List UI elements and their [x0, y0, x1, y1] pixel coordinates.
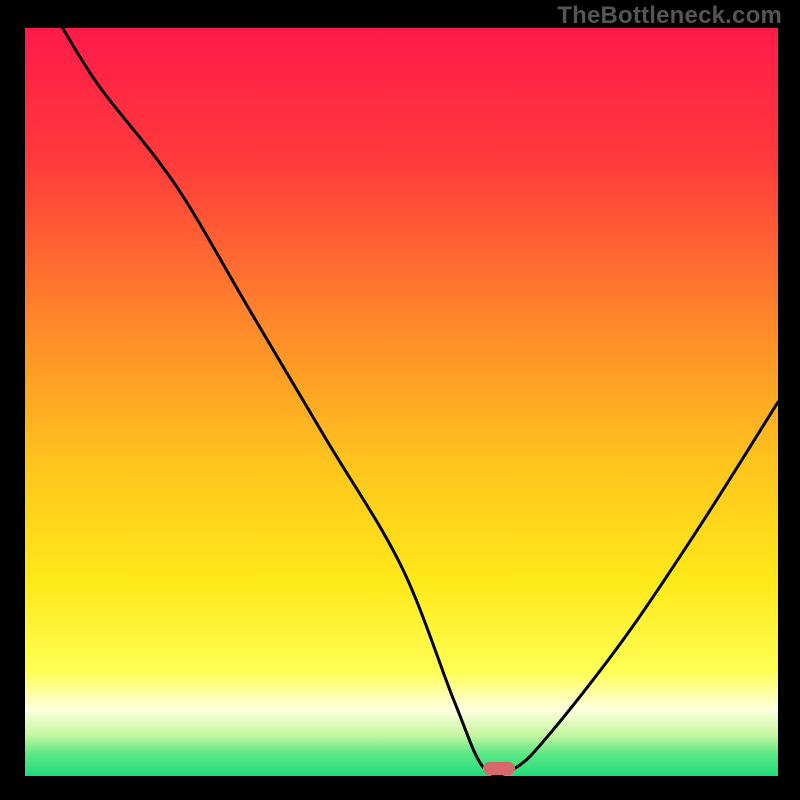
- gradient-background: [25, 28, 778, 776]
- attribution-label: TheBottleneck.com: [557, 2, 782, 30]
- chart-frame: TheBottleneck.com: [0, 0, 800, 800]
- optimal-marker: [483, 762, 515, 775]
- plot-area: [25, 28, 778, 776]
- plot-svg: [25, 28, 778, 776]
